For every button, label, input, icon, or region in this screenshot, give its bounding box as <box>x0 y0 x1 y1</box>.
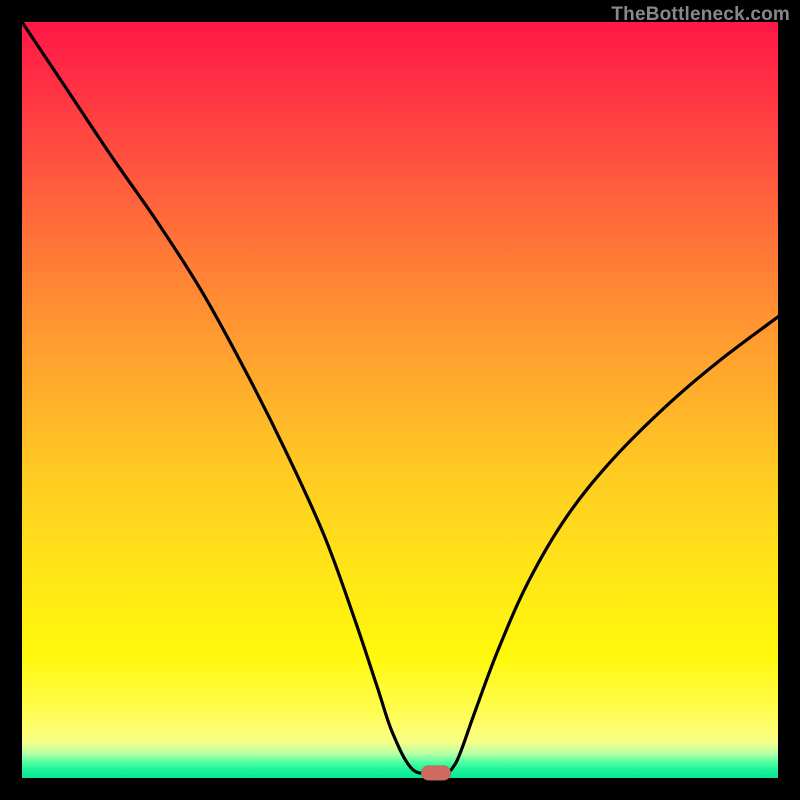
chart-frame: TheBottleneck.com <box>0 0 800 800</box>
plot-area <box>22 22 778 778</box>
bottleneck-curve <box>22 22 778 778</box>
optimal-marker <box>421 766 451 781</box>
watermark-text: TheBottleneck.com <box>611 4 790 26</box>
